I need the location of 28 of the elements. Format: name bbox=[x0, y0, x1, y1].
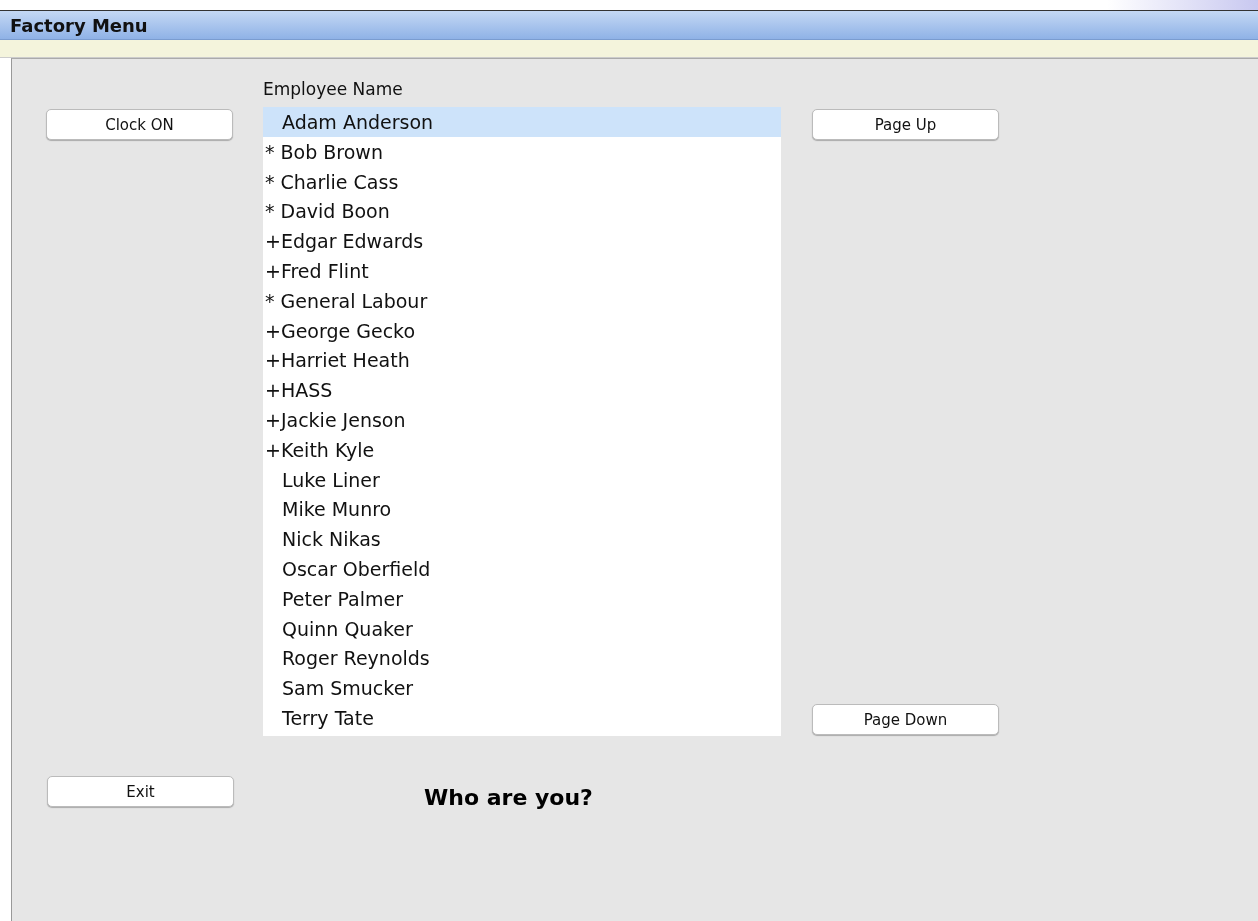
list-item[interactable]: Oscar Oberfield bbox=[263, 553, 781, 584]
prompt-text: Who are you? bbox=[424, 785, 593, 810]
list-item[interactable]: * David Boon bbox=[263, 196, 781, 227]
list-item[interactable]: * Charlie Cass bbox=[263, 166, 781, 197]
list-item[interactable]: Sam Smucker bbox=[263, 673, 781, 703]
clock-on-button[interactable]: Clock ON bbox=[46, 109, 233, 140]
list-item[interactable]: Quinn Quaker bbox=[263, 613, 781, 644]
list-item[interactable]: +Harriet Heath bbox=[263, 345, 781, 376]
list-item[interactable]: Mike Munro bbox=[263, 494, 781, 525]
list-item[interactable]: +HASS bbox=[263, 375, 781, 405]
list-item[interactable]: +Edgar Edwards bbox=[263, 226, 781, 256]
list-item[interactable]: Adam Anderson bbox=[263, 107, 781, 137]
list-item[interactable]: +George Gecko bbox=[263, 315, 781, 346]
list-item[interactable]: +Fred Flint bbox=[263, 256, 781, 286]
list-item[interactable]: +Keith Kyle bbox=[263, 434, 781, 465]
list-item[interactable]: +Jackie Jenson bbox=[263, 404, 781, 435]
page-down-button[interactable]: Page Down bbox=[812, 704, 999, 735]
list-item[interactable]: Roger Reynolds bbox=[263, 643, 781, 674]
list-item[interactable]: * Bob Brown bbox=[263, 136, 781, 167]
list-item[interactable]: * General Labour bbox=[263, 285, 781, 316]
list-header: Employee Name bbox=[263, 79, 404, 101]
page-up-button[interactable]: Page Up bbox=[812, 109, 999, 140]
list-item[interactable]: Luke Liner bbox=[263, 464, 781, 495]
list-item[interactable]: Nick Nikas bbox=[263, 524, 781, 554]
exit-button[interactable]: Exit bbox=[47, 776, 234, 807]
window-title: Factory Menu bbox=[10, 14, 148, 36]
list-item[interactable]: Peter Palmer bbox=[263, 583, 781, 614]
list-item[interactable]: Terry Tate bbox=[263, 702, 781, 733]
